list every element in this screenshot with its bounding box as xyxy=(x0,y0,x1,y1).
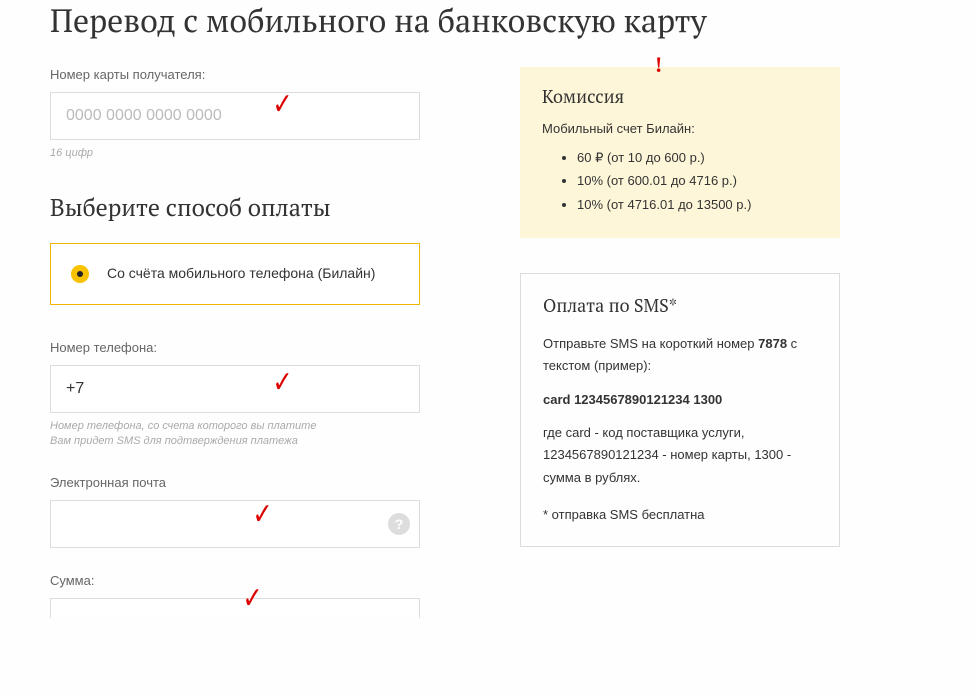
commission-item: 10% (от 600.01 до 4716 р.) xyxy=(577,169,818,192)
phone-label: Номер телефона: xyxy=(50,340,420,355)
email-group: Электронная почта ? ✓ xyxy=(50,475,420,548)
sms-title: Оплата по SMS* xyxy=(543,294,817,318)
amount-label: Сумма: xyxy=(50,573,420,588)
page-title: Перевод с мобильного на банковскую карту xyxy=(50,0,928,42)
exclamation-icon: ! xyxy=(655,52,662,78)
card-number-group: Номер карты получателя: 16 цифр ✓ xyxy=(50,67,420,161)
amount-input[interactable] xyxy=(50,598,420,618)
help-icon[interactable]: ? xyxy=(388,513,410,535)
sms-code-example: card 1234567890121234 1300 xyxy=(543,392,817,407)
commission-item: 10% (от 4716.01 до 13500 р.) xyxy=(577,193,818,216)
card-number-input[interactable] xyxy=(50,92,420,140)
sms-explain: где card - код поставщика услуги, 123456… xyxy=(543,422,817,488)
phone-hint: Номер телефона, со счета которого вы пла… xyxy=(50,419,420,450)
payment-option-mobile[interactable]: Со счёта мобильного телефона (Билайн) xyxy=(50,243,420,305)
email-input[interactable] xyxy=(50,500,420,548)
sms-footnote: * отправка SMS бесплатна xyxy=(543,504,817,526)
commission-list: 60 ₽ (от 10 до 600 р.) 10% (от 600.01 до… xyxy=(542,146,818,216)
phone-input[interactable] xyxy=(50,365,420,413)
commission-item: 60 ₽ (от 10 до 600 р.) xyxy=(577,146,818,169)
commission-subtitle: Мобильный счет Билайн: xyxy=(542,121,818,136)
commission-box: ! Комиссия Мобильный счет Билайн: 60 ₽ (… xyxy=(520,67,840,238)
radio-selected-icon xyxy=(71,265,89,283)
card-number-label: Номер карты получателя: xyxy=(50,67,420,82)
payment-method-title: Выберите способ оплаты xyxy=(50,191,420,223)
amount-group: Сумма: ✓ xyxy=(50,573,420,618)
commission-title: Комиссия xyxy=(542,85,818,109)
email-label: Электронная почта xyxy=(50,475,420,490)
payment-option-label: Со счёта мобильного телефона (Билайн) xyxy=(107,264,375,284)
sms-box: Оплата по SMS* Отправьте SMS на короткий… xyxy=(520,273,840,547)
sms-intro: Отправьте SMS на короткий номер 7878 с т… xyxy=(543,333,817,377)
card-number-hint: 16 цифр xyxy=(50,146,420,161)
phone-group: Номер телефона: Номер телефона, со счета… xyxy=(50,340,420,450)
